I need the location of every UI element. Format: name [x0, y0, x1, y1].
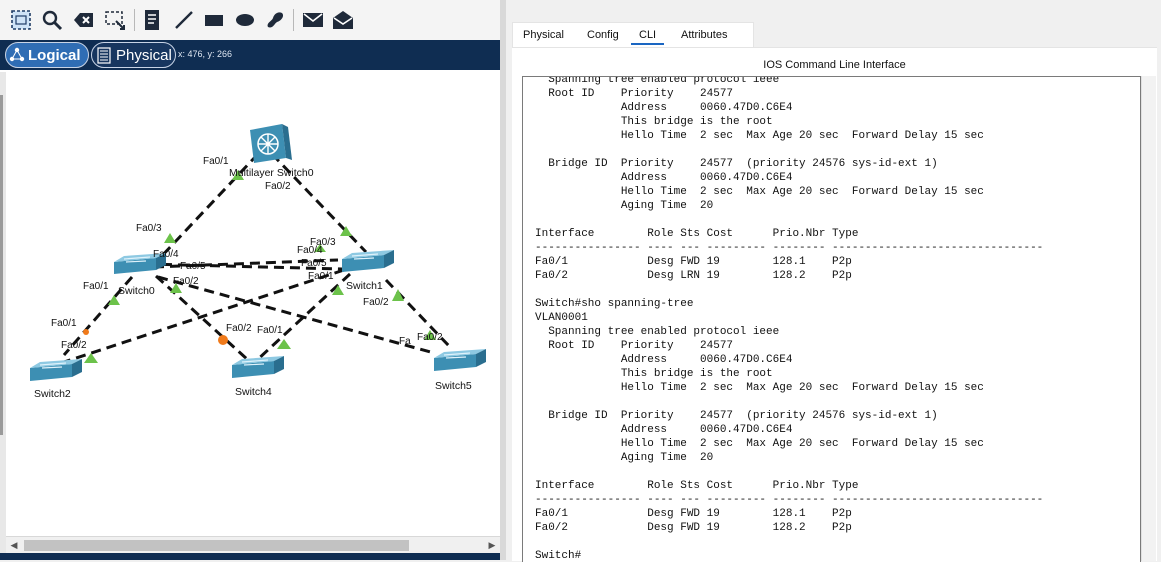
physical-view-button[interactable]: Physical [91, 42, 176, 68]
port-label: Fa0/1 [257, 325, 283, 336]
port-label: Fa0/2 [173, 276, 199, 287]
cli-tab-panel: IOS Command Line Interface Spanning tree… [512, 47, 1157, 562]
cli-output: Spanning tree enabled protocol ieee Root… [535, 76, 1044, 562]
port-label: Fa0/2 [226, 323, 252, 334]
port-label: Fa0/1 [203, 156, 229, 167]
freeform-draw-icon[interactable] [263, 8, 287, 32]
physical-rack-icon [92, 46, 116, 64]
port-label: Fa0/5 [180, 261, 206, 272]
workspace-mode-bar: Logical Physical x: 476, y: 266 [0, 40, 500, 70]
device-label-switch0: Switch0 [118, 285, 155, 297]
scroll-left-arrow-icon[interactable]: ◀ [8, 540, 20, 551]
resize-shape-icon[interactable] [103, 8, 127, 32]
device-label-multilayer-switch0: Multilayer Switch0 [229, 167, 314, 179]
logical-network-icon [6, 47, 28, 63]
port-label: Fa0/5 [301, 258, 327, 269]
draw-rectangle-icon[interactable] [202, 8, 226, 32]
window-title-strip [506, 0, 1161, 12]
link-switch0-switch5[interactable] [157, 275, 435, 355]
topology-canvas[interactable]: Multilayer Switch0 Switch0 Switch1 Switc… [6, 72, 500, 536]
draw-ellipse-icon[interactable] [233, 8, 257, 32]
simple-pdu-envelope-icon[interactable] [301, 8, 325, 32]
port-label: Fa0/1 [83, 281, 109, 292]
port-label: Fa [399, 336, 411, 347]
port-label: Fa0/2 [363, 297, 389, 308]
cli-terminal[interactable]: Spanning tree enabled protocol ieee Root… [522, 76, 1141, 562]
draw-line-icon[interactable] [172, 8, 196, 32]
complex-pdu-envelope-icon[interactable] [331, 8, 355, 32]
delete-icon[interactable] [72, 8, 96, 32]
place-note-icon[interactable] [140, 8, 164, 32]
port-label: Fa0/1 [51, 318, 77, 329]
physical-view-label: Physical [116, 46, 172, 64]
toolbar-separator [293, 9, 294, 31]
device-label-switch4: Switch4 [235, 386, 272, 398]
device-window: Physical Config CLI Attributes IOS Comma… [506, 0, 1161, 562]
bottom-bar [0, 553, 500, 560]
left-edge-scroll[interactable] [0, 95, 3, 435]
link-status-blocking [218, 335, 228, 345]
device-label-switch1: Switch1 [346, 280, 383, 292]
logical-view-label: Logical [28, 46, 81, 64]
tab-cli[interactable]: CLI [631, 29, 665, 45]
scrollbar-thumb[interactable] [24, 540, 409, 551]
tab-physical[interactable]: Physical [523, 29, 564, 41]
toolbar-separator [134, 9, 135, 31]
logical-view-button[interactable]: Logical [5, 42, 89, 68]
link-status-blocking [83, 329, 89, 335]
tab-attributes[interactable]: Attributes [681, 29, 727, 41]
cli-title: IOS Command Line Interface [763, 59, 906, 71]
switch2-icon[interactable] [30, 359, 82, 381]
cli-vertical-scrollbar[interactable] [1141, 76, 1156, 561]
port-label: Fa0/4 [153, 249, 179, 260]
multilayer-switch-icon[interactable] [250, 124, 292, 163]
port-label: Fa0/2 [61, 340, 87, 351]
link-switch1-switch4[interactable] [254, 272, 352, 363]
link-status-up [84, 353, 98, 363]
switch4-icon[interactable] [232, 356, 284, 378]
port-label: Fa0/2 [265, 181, 291, 192]
port-label: Fa0/1 [308, 271, 334, 282]
cursor-coordinates: x: 476, y: 266 [178, 49, 233, 59]
port-label: Fa0/4 [297, 245, 323, 256]
port-label: Fa0/2 [417, 332, 443, 343]
switch5-icon[interactable] [434, 349, 486, 371]
scroll-right-arrow-icon[interactable]: ▶ [486, 540, 498, 551]
tab-config[interactable]: Config [587, 29, 619, 41]
horizontal-scrollbar[interactable]: ◀ ▶ [6, 536, 500, 554]
port-label: Fa0/3 [136, 223, 162, 234]
select-tool-icon[interactable] [9, 8, 33, 32]
workspace-toolbar [0, 0, 500, 41]
switch1-icon[interactable] [342, 250, 394, 272]
inspect-magnifier-icon[interactable] [40, 8, 64, 32]
device-label-switch2: Switch2 [34, 388, 71, 400]
device-label-switch5: Switch5 [435, 380, 472, 392]
logical-workspace-pane: Logical Physical x: 476, y: 266 Multilay… [0, 0, 500, 560]
device-tabs: Physical Config CLI Attributes [512, 22, 754, 48]
link-status-up [164, 233, 176, 243]
